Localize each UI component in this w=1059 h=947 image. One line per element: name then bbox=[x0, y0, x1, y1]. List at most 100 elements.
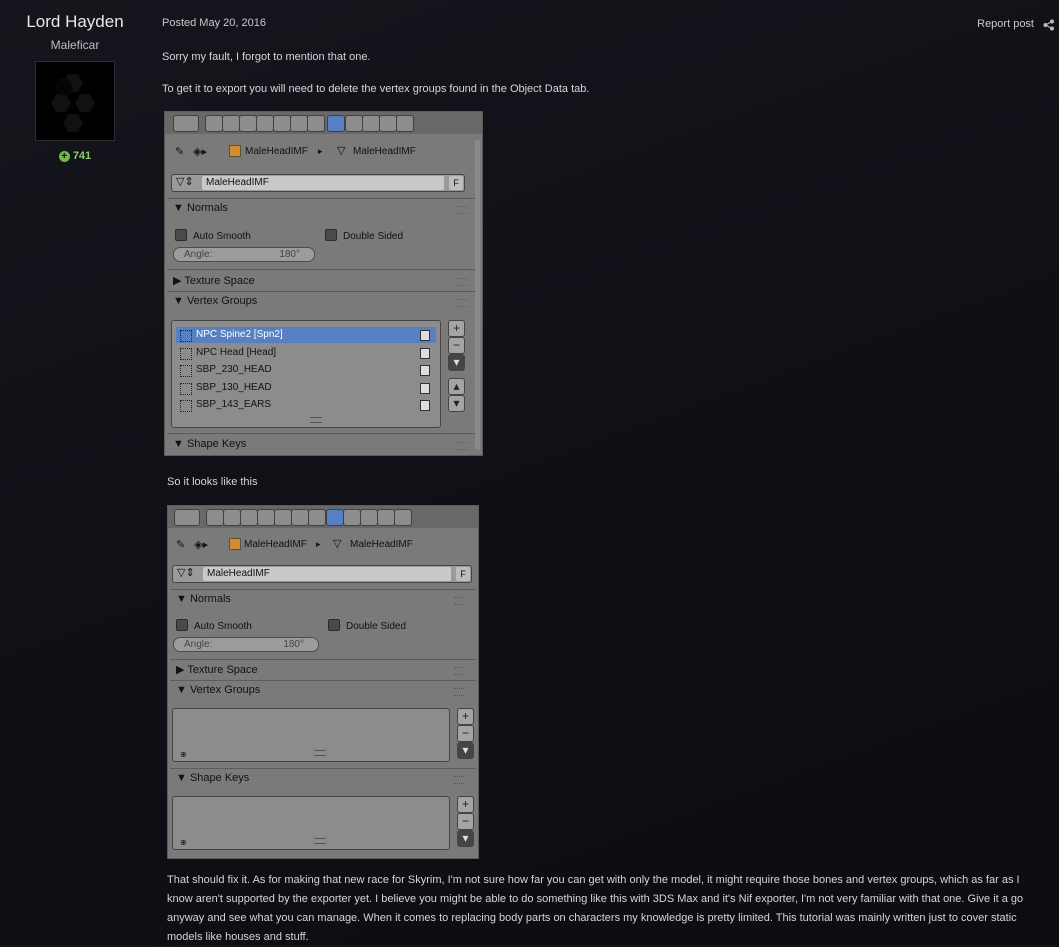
scene-tab-icon bbox=[240, 509, 258, 526]
texture-space-panel-header: ▶ Texture Space bbox=[173, 275, 255, 287]
normals-panel-header: ▼ Normals bbox=[176, 593, 231, 605]
post-paragraph-1: Sorry my fault, I forgot to mention that… bbox=[162, 51, 371, 63]
cube-icon bbox=[229, 145, 241, 157]
avatar[interactable] bbox=[35, 61, 115, 141]
vertex-group-list: NPC Spine2 [Spn2] NPC Head [Head] SBP_23… bbox=[171, 320, 441, 428]
scene-icon: ◈▸ bbox=[194, 539, 208, 551]
remove-icon: − bbox=[448, 337, 465, 354]
hexagon-logo-icon bbox=[51, 74, 95, 132]
normals-panel-header: ▼ Normals bbox=[173, 202, 228, 214]
material-tab-icon bbox=[345, 115, 363, 132]
author-name[interactable]: Lord Hayden bbox=[0, 12, 150, 32]
vertex-groups-panel-header: ▼ Vertex Groups bbox=[173, 295, 258, 307]
material-tab-icon bbox=[343, 509, 361, 526]
angle-slider: Angle: 180° bbox=[173, 637, 319, 652]
object-tab-icon bbox=[273, 115, 291, 132]
particles-tab-icon bbox=[379, 115, 397, 132]
breadcrumb-mesh: MaleHeadIMF bbox=[353, 146, 416, 157]
move-down-icon: ▾ bbox=[448, 395, 465, 412]
author-title: Maleficar bbox=[50, 38, 100, 52]
remove-icon: − bbox=[457, 725, 474, 742]
world-tab-icon bbox=[256, 115, 274, 132]
vertex-group-item: SBP_230_HEAD bbox=[176, 362, 436, 378]
report-post-link[interactable]: Report post bbox=[977, 18, 1034, 30]
add-small-icon: ⊕ bbox=[180, 838, 187, 847]
shape-keys-panel-header: ▼ Shape Keys bbox=[173, 438, 247, 450]
blender-screenshot-1: ✎ ◈▸ MaleHeadIMF ▸ ▽ MaleHeadIMF ▽⇕ Male… bbox=[164, 111, 483, 456]
add-small-icon: ⊕ bbox=[180, 750, 187, 759]
post-date: Posted May 20, 2016 bbox=[162, 17, 266, 29]
shape-keys-list-empty: ⊕ bbox=[172, 796, 450, 850]
breadcrumb-object: MaleHeadIMF bbox=[245, 146, 308, 157]
dropdown-icon: ▾ bbox=[457, 830, 474, 847]
double-sided-checkbox: Double Sided bbox=[325, 229, 403, 242]
chevron-right-icon: ▸ bbox=[316, 539, 321, 549]
mesh-browse-icon: ▽⇕ bbox=[177, 567, 195, 579]
object-tab-icon bbox=[274, 509, 292, 526]
fake-user-button: F bbox=[456, 567, 470, 581]
add-icon: + bbox=[457, 796, 474, 813]
vertex-group-item: NPC Spine2 [Spn2] bbox=[176, 327, 436, 343]
modifiers-tab-icon bbox=[308, 509, 326, 526]
vertex-group-item: SBP_130_HEAD bbox=[176, 380, 436, 396]
move-up-icon: ▴ bbox=[448, 378, 465, 395]
editor-type-icon bbox=[174, 509, 200, 526]
texture-tab-icon bbox=[360, 509, 378, 526]
vertex-groups-panel-header: ▼ Vertex Groups bbox=[176, 684, 261, 696]
layers-tab-icon bbox=[223, 509, 241, 526]
mesh-name-field: MaleHeadIMF bbox=[203, 567, 451, 581]
post-paragraph-4: That should fix it. As for making that n… bbox=[167, 874, 1024, 943]
editor-type-icon bbox=[173, 115, 199, 132]
vertex-group-item: NPC Head [Head] bbox=[176, 345, 436, 361]
pin-icon: ✎ bbox=[176, 539, 186, 551]
scene-icon: ◈▸ bbox=[193, 146, 207, 158]
chevron-right-icon: ▸ bbox=[318, 146, 323, 156]
breadcrumb-mesh: MaleHeadIMF bbox=[350, 539, 413, 550]
author-panel: Lord Hayden Maleficar +741 bbox=[0, 12, 150, 162]
share-icon[interactable] bbox=[1043, 19, 1055, 31]
angle-slider: Angle: 180° bbox=[173, 247, 315, 262]
mesh-browse-icon: ▽⇕ bbox=[176, 176, 194, 188]
cube-icon bbox=[229, 538, 241, 550]
texture-tab-icon bbox=[362, 115, 380, 132]
vertex-group-item: SBP_143_EARS bbox=[176, 397, 436, 413]
fake-user-button: F bbox=[449, 176, 463, 190]
properties-toolbar bbox=[165, 112, 482, 134]
object-data-tab-icon bbox=[326, 509, 344, 526]
constraints-tab-icon bbox=[291, 509, 309, 526]
plus-icon: + bbox=[58, 151, 70, 162]
vertex-group-list-empty: ⊕ bbox=[172, 708, 450, 762]
mesh-icon: ▽ bbox=[337, 145, 346, 157]
physics-tab-icon bbox=[394, 509, 412, 526]
reputation-count: 741 bbox=[72, 150, 92, 162]
post-paragraph-3: So it looks like this bbox=[167, 476, 258, 488]
breadcrumb-object: MaleHeadIMF bbox=[244, 539, 307, 550]
texture-space-panel-header: ▶ Texture Space bbox=[176, 664, 258, 676]
mesh-name-row: ▽⇕ MaleHeadIMF F bbox=[171, 174, 465, 192]
object-data-tab-icon bbox=[327, 115, 345, 132]
post-paragraph-2: To get it to export you will need to del… bbox=[162, 83, 590, 95]
add-icon: + bbox=[457, 708, 474, 725]
dropdown-icon: ▾ bbox=[457, 742, 474, 759]
modifiers-tab-icon bbox=[307, 115, 325, 132]
render-tab-icon bbox=[206, 509, 224, 526]
auto-smooth-checkbox: Auto Smooth bbox=[175, 229, 251, 242]
shape-keys-panel-header: ▼ Shape Keys bbox=[176, 772, 250, 784]
mesh-name-row: ▽⇕ MaleHeadIMF F bbox=[172, 565, 472, 583]
scene-tab-icon bbox=[239, 115, 257, 132]
pin-icon: ✎ bbox=[175, 146, 185, 158]
reputation-badge[interactable]: +741 bbox=[0, 150, 150, 162]
layers-tab-icon bbox=[222, 115, 240, 132]
world-tab-icon bbox=[257, 509, 275, 526]
add-icon: + bbox=[448, 320, 465, 337]
mesh-name-field: MaleHeadIMF bbox=[202, 176, 444, 190]
mesh-icon: ▽ bbox=[333, 538, 342, 550]
remove-icon: − bbox=[457, 813, 474, 830]
particles-tab-icon bbox=[377, 509, 395, 526]
blender-screenshot-2: ✎ ◈▸ MaleHeadIMF ▸ ▽ MaleHeadIMF ▽⇕ Male… bbox=[167, 505, 479, 859]
dropdown-icon: ▾ bbox=[448, 354, 465, 371]
scrollbar bbox=[475, 140, 480, 450]
auto-smooth-checkbox: Auto Smooth bbox=[176, 619, 252, 632]
render-tab-icon bbox=[205, 115, 223, 132]
properties-toolbar bbox=[168, 506, 478, 528]
